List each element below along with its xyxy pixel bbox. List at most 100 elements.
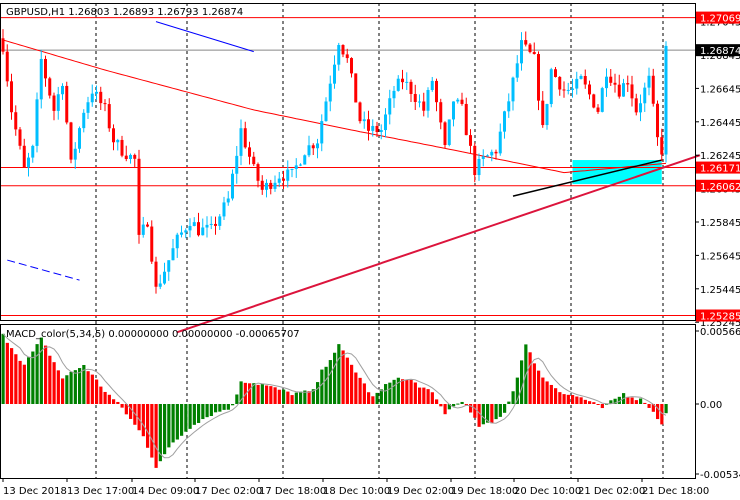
bull-candle xyxy=(218,216,222,226)
bull-candle xyxy=(600,88,604,112)
price-tick-label: 1.26645 xyxy=(700,84,740,95)
bear-candle xyxy=(413,93,417,102)
time-label: 13 Dec 2018 xyxy=(3,486,67,497)
macd-bar xyxy=(503,404,507,413)
price-chart[interactable]: GBPUSD,H1 1.26803 1.26893 1.26793 1.2687… xyxy=(0,0,740,500)
bear-candle xyxy=(524,40,528,45)
bear-candle xyxy=(99,91,103,104)
bull-candle xyxy=(498,131,502,154)
bear-candle xyxy=(558,76,562,90)
bull-candle xyxy=(362,119,366,122)
bear-candle xyxy=(256,164,260,181)
macd-bar xyxy=(52,362,56,404)
bear-candle xyxy=(651,75,655,104)
bull-candle xyxy=(31,145,35,158)
bull-candle xyxy=(392,90,396,99)
bear-candle xyxy=(588,84,591,95)
bear-candle xyxy=(260,180,264,190)
bear-candle xyxy=(1,38,5,52)
bear-candle xyxy=(409,81,413,94)
bear-candle xyxy=(197,222,200,236)
bear-candle xyxy=(617,84,621,97)
macd-bar xyxy=(443,404,447,415)
bear-candle xyxy=(133,154,137,159)
macd-bar xyxy=(588,401,592,404)
macd-bar xyxy=(222,404,226,410)
bull-candle xyxy=(163,271,166,284)
macd-bar xyxy=(596,404,600,405)
bear-candle xyxy=(146,224,149,227)
symbol-header: GBPUSD,H1 1.26803 1.26893 1.26793 1.2687… xyxy=(6,7,243,18)
price-tick-label: 1.26445 xyxy=(700,118,740,129)
macd-bar xyxy=(22,364,26,404)
macd-bar xyxy=(528,352,532,404)
bear-candle xyxy=(541,100,545,126)
macd-bar xyxy=(481,404,485,425)
macd-bar xyxy=(634,400,638,404)
bull-candle xyxy=(95,91,98,94)
macd-bar xyxy=(69,371,73,404)
bull-candle xyxy=(639,103,642,113)
bear-candle xyxy=(124,155,128,160)
macd-bar xyxy=(61,378,65,404)
bear-candle xyxy=(48,78,52,96)
bull-candle xyxy=(507,101,511,112)
macd-bar xyxy=(583,399,587,404)
bear-candle xyxy=(18,129,22,146)
macd-bar xyxy=(566,394,570,404)
macd-bar xyxy=(520,360,524,404)
bull-candle xyxy=(35,99,39,146)
macd-bar xyxy=(192,404,196,425)
bull-candle xyxy=(456,99,460,102)
bull-candle xyxy=(73,148,77,160)
bull-candle xyxy=(384,114,387,131)
bull-candle xyxy=(447,119,451,145)
bull-candle xyxy=(90,93,94,103)
macd-bar xyxy=(367,392,371,404)
bear-candle xyxy=(609,76,613,83)
bull-candle xyxy=(201,227,205,236)
time-label: 20 Dec 10:00 xyxy=(514,486,581,497)
bull-candle xyxy=(265,182,268,190)
macd-bar xyxy=(639,398,643,404)
bear-candle xyxy=(592,94,596,108)
macd-bar xyxy=(460,401,464,404)
macd-bar xyxy=(507,401,511,404)
macd-bar xyxy=(286,391,290,404)
bear-candle xyxy=(52,95,56,111)
macd-bar xyxy=(290,395,294,404)
bull-candle xyxy=(388,98,392,115)
macd-bar xyxy=(56,370,60,404)
macd-bar xyxy=(120,404,124,408)
bear-candle xyxy=(137,158,141,235)
bear-candle xyxy=(613,82,617,85)
macd-bar xyxy=(490,404,494,424)
bull-candle xyxy=(520,40,523,64)
bear-candle xyxy=(154,261,158,287)
macd-bar xyxy=(345,357,349,404)
macd-bar xyxy=(10,348,14,404)
bear-candle xyxy=(341,45,345,55)
macd-bar xyxy=(354,372,358,404)
macd-bar xyxy=(256,384,260,404)
bear-candle xyxy=(554,69,557,77)
macd-bar xyxy=(362,383,366,404)
bull-candle xyxy=(503,111,506,132)
price-tick-label: 1.25645 xyxy=(700,251,740,262)
bull-candle xyxy=(307,145,311,156)
bear-candle xyxy=(367,119,370,131)
macd-histogram xyxy=(1,333,668,468)
macd-bar xyxy=(154,404,158,468)
bear-candle xyxy=(103,103,107,105)
blue-trendline xyxy=(155,21,254,53)
macd-bar xyxy=(205,404,209,418)
bull-candle xyxy=(116,139,120,143)
bull-candle xyxy=(78,128,81,149)
bull-candle xyxy=(324,101,328,122)
bear-candle xyxy=(358,102,362,122)
macd-bar xyxy=(167,404,171,448)
macd-axis-label: 0.0056653 xyxy=(700,327,740,338)
bear-candle xyxy=(243,128,247,148)
macd-bar xyxy=(430,392,434,404)
macd-bar xyxy=(375,392,379,404)
